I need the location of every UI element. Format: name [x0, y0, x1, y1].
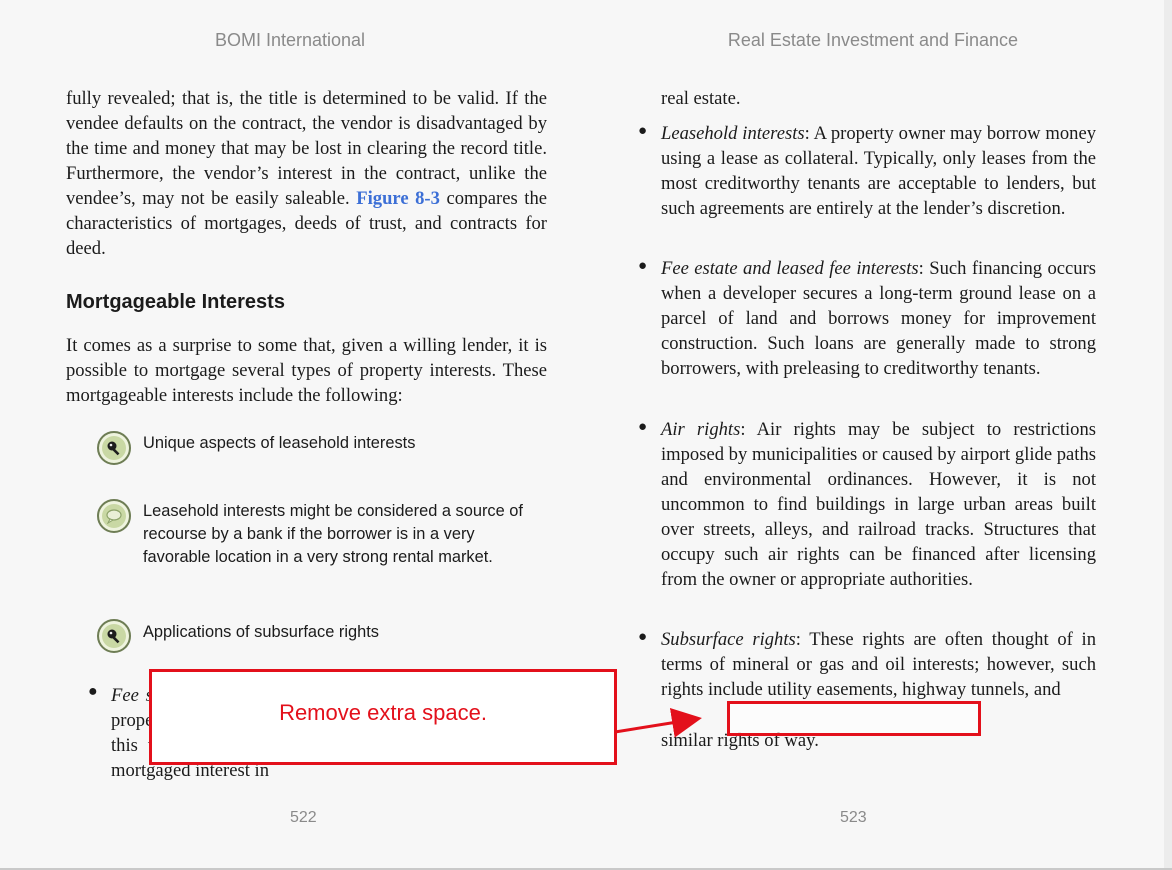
bullet-term: Fee estate and leased fee interests: [661, 258, 919, 279]
paragraph-contracts: fully revealed; that is, the title is de…: [66, 86, 547, 261]
bullet-dot: ●: [638, 258, 648, 274]
note-text: Leasehold interests might be considered …: [143, 502, 523, 566]
paragraph-mortgageable: It comes as a surprise to some that, giv…: [66, 335, 547, 406]
section-heading: Mortgageable Interests: [66, 291, 285, 313]
speech-bubble-icon[interactable]: [97, 499, 131, 533]
bullet-text: : Air rights may be subject to restricti…: [661, 419, 1096, 590]
magnifier-icon[interactable]: [97, 619, 131, 653]
scroll-gutter[interactable]: [1164, 0, 1172, 870]
bullet-dot: ●: [638, 419, 648, 435]
figure-link[interactable]: Figure 8-3: [356, 188, 440, 209]
left-page-number: 522: [290, 809, 317, 826]
extra-space-highlight: [727, 701, 981, 736]
annotation-text: Remove extra space.: [279, 700, 487, 725]
bullet-dot: ●: [638, 629, 648, 645]
note-text: Applications of subsurface rights: [143, 623, 379, 641]
bullet-fee-estate: Fee estate and leased fee interests: Suc…: [661, 256, 1096, 381]
right-running-head: Real Estate Investment and Finance: [727, 30, 1019, 50]
bullet-term: Leasehold interests: [661, 123, 805, 144]
bullet-term: Air rights: [661, 419, 741, 440]
bullet-dot: ●: [638, 123, 648, 139]
bullet-leasehold: Leasehold interests: A property owner ma…: [661, 121, 1096, 221]
annotation-callout[interactable]: Remove extra space.: [149, 669, 617, 765]
note-text: Unique aspects of leasehold interests: [143, 434, 416, 452]
continued-text: real estate.: [661, 88, 741, 109]
bullet-subsurface: Subsurface rights: These rights are ofte…: [661, 627, 1096, 702]
bullet-dot: ●: [88, 683, 98, 700]
magnifier-icon[interactable]: [97, 431, 131, 465]
bullet-term: Subsurface rights: [661, 629, 796, 650]
left-running-head: BOMI International: [214, 30, 366, 50]
right-page-number: 523: [840, 809, 867, 826]
bullet-air-rights: Air rights: Air rights may be subject to…: [661, 417, 1096, 592]
